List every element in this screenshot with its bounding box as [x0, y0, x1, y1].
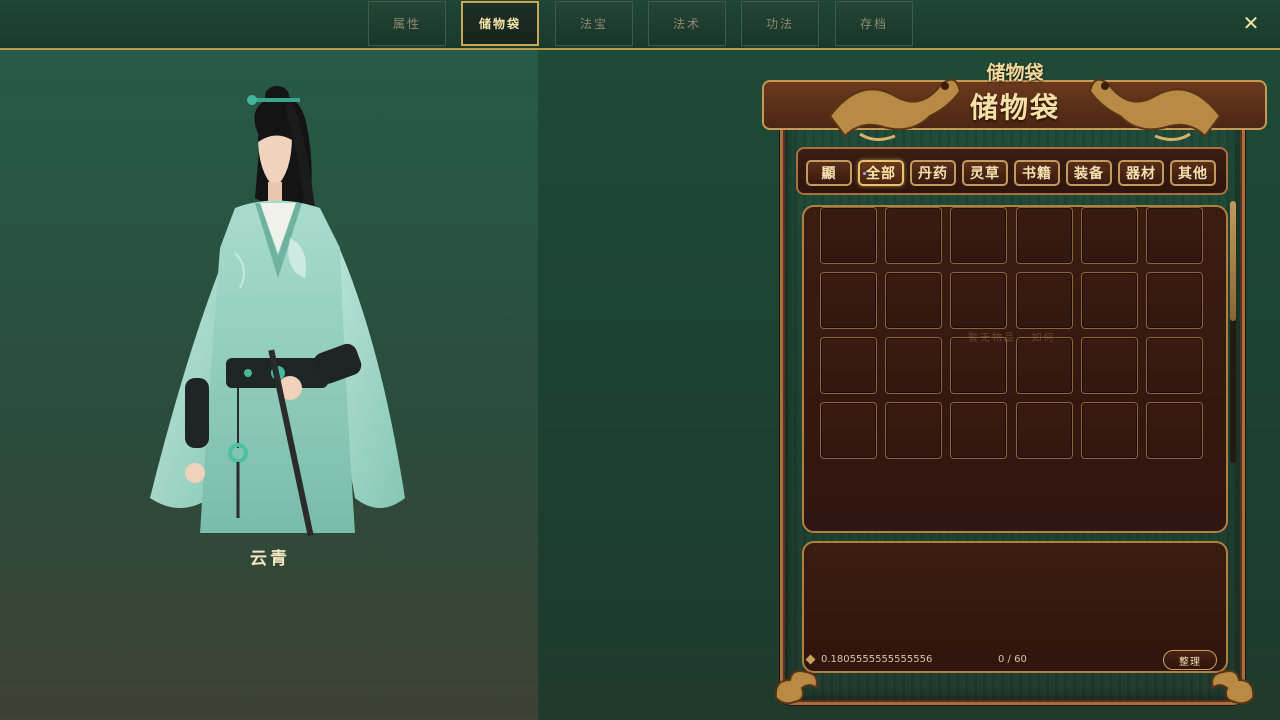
inventory-slot[interactable]: [820, 272, 877, 329]
inventory-slot[interactable]: [1080, 207, 1138, 264]
tab-storage-bag[interactable]: 储物袋: [461, 1, 539, 46]
dragon-ornament-right-icon: [1088, 78, 1222, 141]
inventory-slot[interactable]: [1080, 272, 1138, 329]
inventory-slot[interactable]: [950, 402, 1008, 459]
character-portrait: [150, 86, 405, 537]
close-icon[interactable]: ✕: [1240, 12, 1262, 34]
character-name: 云青: [250, 549, 290, 569]
cloud-ornament-left-icon: [774, 670, 818, 705]
filter-others[interactable]: 其他: [1170, 160, 1216, 186]
bag-subtitle: 储物袋: [986, 62, 1044, 84]
filter-display[interactable]: 顯: [806, 160, 852, 186]
inventory-slot[interactable]: [885, 272, 943, 329]
filter-equipment[interactable]: 装备: [1066, 160, 1112, 186]
bag-title: 储物袋: [969, 91, 1060, 124]
stat-value: 0.1805555555555556: [821, 654, 933, 665]
scrollbar-thumb[interactable]: [1230, 201, 1236, 321]
inventory-slot[interactable]: [1015, 337, 1073, 394]
filter-all[interactable]: 全部: [858, 160, 904, 186]
inventory-slot[interactable]: [950, 207, 1008, 264]
inventory-slot[interactable]: [885, 207, 943, 264]
filter-books[interactable]: 书籍: [1014, 160, 1060, 186]
selected-dot-icon: [863, 172, 866, 175]
inventory-slot[interactable]: [820, 402, 877, 459]
cloud-ornament-right-icon: [1211, 670, 1255, 705]
inventory-slot[interactable]: [1080, 337, 1138, 394]
inventory-slot[interactable]: [1080, 402, 1138, 459]
filter-all-label: 全部: [866, 166, 896, 182]
inventory-slot[interactable]: [1015, 402, 1073, 459]
filter-pills[interactable]: 丹药: [910, 160, 956, 186]
tab-attributes[interactable]: 属性: [368, 1, 446, 46]
tab-spells[interactable]: 法术: [648, 1, 726, 46]
inventory-slot[interactable]: [820, 337, 877, 394]
inventory-slot[interactable]: [1146, 402, 1203, 459]
inventory-slot[interactable]: [950, 272, 1008, 329]
inventory-slot[interactable]: [1015, 272, 1073, 329]
tab-techniques[interactable]: 功法: [741, 1, 819, 46]
inventory-slot[interactable]: [885, 337, 943, 394]
tab-artifacts[interactable]: 法宝: [555, 1, 633, 46]
top-tab-bar: 属性 储物袋 法宝 法术 功法 存档 ✕: [0, 0, 1280, 50]
inventory-slot[interactable]: [1146, 337, 1203, 394]
filter-materials[interactable]: 器材: [1118, 160, 1164, 186]
inventory-slot[interactable]: [1015, 207, 1073, 264]
filter-herbs[interactable]: 灵草: [962, 160, 1008, 186]
inventory-slot[interactable]: [1146, 272, 1203, 329]
inventory-slot[interactable]: [885, 402, 943, 459]
capacity-count: 0 / 60: [998, 654, 1027, 665]
inventory-slot[interactable]: [950, 337, 1008, 394]
empty-hint: 暂无物品 · 如何: [968, 333, 1056, 344]
inventory-slot[interactable]: [820, 207, 877, 264]
inventory-slot[interactable]: [1146, 207, 1203, 264]
tab-save[interactable]: 存档: [835, 1, 913, 46]
dragon-ornament-left-icon: [828, 78, 962, 141]
